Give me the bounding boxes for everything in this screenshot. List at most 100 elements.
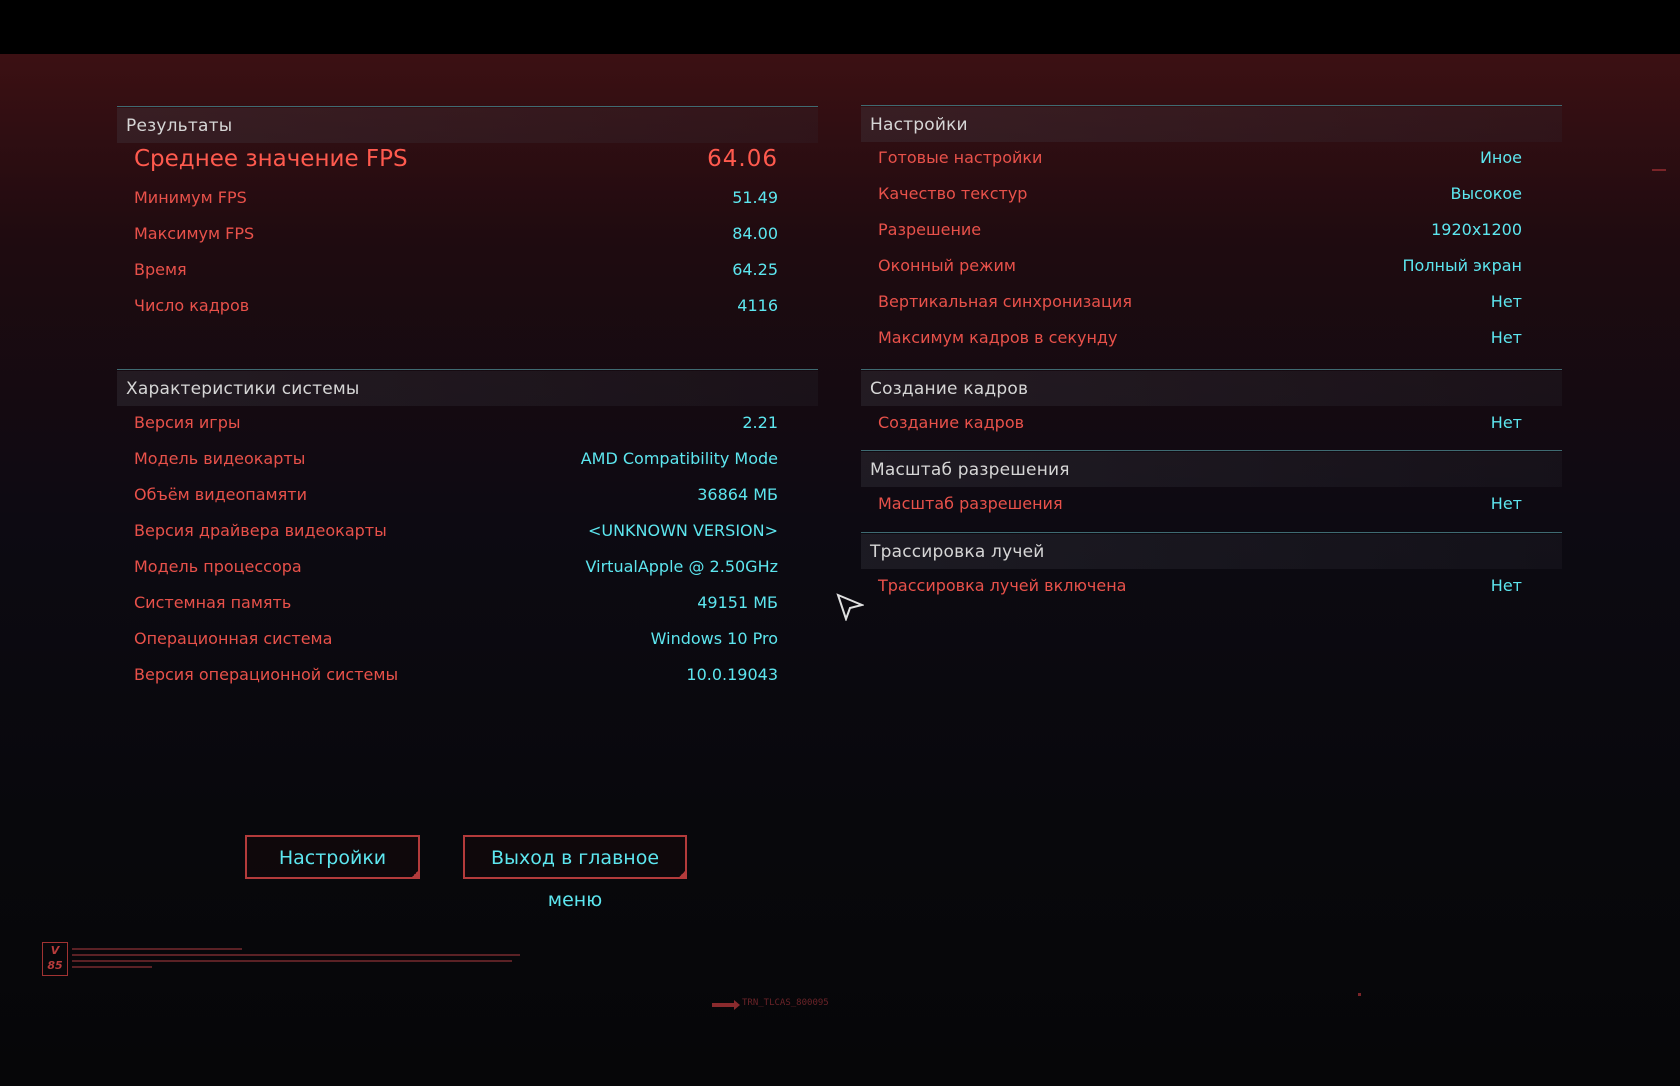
row-value: <UNKNOWN VERSION> — [587, 521, 778, 540]
row-label: Модель видеокарты — [134, 449, 306, 468]
row-value: Нет — [1490, 292, 1522, 311]
row-value: 2.21 — [742, 413, 778, 432]
side-decoration — [22, 544, 36, 664]
row-value: 36864 МБ — [697, 485, 778, 504]
screen: Результаты Среднее значение FPS 64.06 Ми… — [0, 0, 1680, 1086]
row-value: Нет — [1490, 328, 1522, 347]
results-row: Минимум FPS 51.49 — [117, 184, 818, 214]
resolution-scaling-header: Масштаб разрешения — [861, 452, 1562, 487]
resolution-scaling-title: Масштаб разрешения — [870, 460, 1070, 480]
row-label: Системная память — [134, 593, 292, 612]
row-value: 10.0.19043 — [686, 665, 778, 684]
row-label: Число кадров — [134, 296, 250, 315]
frame-gen-title: Создание кадров — [870, 379, 1029, 399]
system-section: Характеристики системы Версия игры 2.21 … — [117, 369, 818, 730]
ray-tracing-row: Трассировка лучей включена Нет — [861, 572, 1562, 602]
settings-section: Настройки Готовые настройки Иное Качеств… — [861, 105, 1562, 368]
row-label: Минимум FPS — [134, 188, 247, 207]
system-title: Характеристики системы — [126, 379, 360, 399]
row-label: Время — [134, 260, 187, 279]
settings-row: Вертикальная синхронизация Нет — [861, 288, 1562, 318]
settings-button-label: Настройки — [278, 847, 387, 869]
settings-row: Готовые настройки Иное — [861, 144, 1562, 174]
row-label: Версия операционной системы — [134, 665, 399, 684]
results-header: Результаты — [117, 108, 818, 143]
build-arrow-icon — [712, 1000, 740, 1010]
system-row: Модель процессора VirtualApple @ 2.50GHz — [117, 553, 818, 583]
frame-gen-row: Создание кадров Нет — [861, 409, 1562, 439]
results-row: Максимум FPS 84.00 — [117, 220, 818, 250]
row-label: Максимум кадров в секунду — [878, 328, 1118, 347]
results-row: Число кадров 4116 — [117, 292, 818, 322]
fine-print-line — [72, 966, 152, 968]
ray-tracing-section: Трассировка лучей Трассировка лучей вклю… — [861, 532, 1562, 613]
row-label: Вертикальная синхронизация — [878, 292, 1132, 311]
left-panel: Результаты Среднее значение FPS 64.06 Ми… — [117, 106, 818, 746]
resolution-scaling-row: Масштаб разрешения Нет — [861, 490, 1562, 520]
settings-row: Качество текстур Высокое — [861, 180, 1562, 210]
studio-logo: V 85 — [42, 942, 68, 976]
exit-to-main-menu-button[interactable]: Выход в главное меню — [463, 835, 687, 911]
system-row: Версия драйвера видеокарты <UNKNOWN VERS… — [117, 517, 818, 547]
resolution-scaling-section: Масштаб разрешения Масштаб разрешения Не… — [861, 450, 1562, 531]
results-title: Результаты — [126, 116, 233, 136]
row-value: VirtualApple @ 2.50GHz — [585, 557, 778, 576]
settings-row: Оконный режим Полный экран — [861, 252, 1562, 282]
exit-button-label: Выход в главное меню — [490, 847, 660, 911]
row-value: 49151 МБ — [697, 593, 778, 612]
avg-fps-value: 64.06 — [707, 146, 778, 172]
results-section: Результаты Среднее значение FPS 64.06 Ми… — [117, 106, 818, 367]
settings-header: Настройки — [861, 107, 1562, 142]
row-label: Максимум FPS — [134, 224, 255, 243]
system-row: Версия игры 2.21 — [117, 409, 818, 439]
row-value: 1920x1200 — [1431, 220, 1522, 239]
mouse-cursor-icon — [836, 593, 864, 621]
settings-row: Максимум кадров в секунду Нет — [861, 324, 1562, 354]
legal-fine-print — [72, 946, 522, 970]
avg-fps-label: Среднее значение FPS — [134, 146, 408, 172]
row-value: Нет — [1490, 413, 1522, 432]
row-value: Полный экран — [1402, 256, 1523, 275]
right-panel: Настройки Готовые настройки Иное Качеств… — [861, 105, 1562, 665]
system-row: Системная память 49151 МБ — [117, 589, 818, 619]
benchmark-results-screen: Результаты Среднее значение FPS 64.06 Ми… — [0, 54, 1680, 1086]
row-label: Создание кадров — [878, 413, 1025, 432]
settings-title: Настройки — [870, 115, 968, 135]
ray-tracing-title: Трассировка лучей — [870, 542, 1045, 562]
build-tag: TRN_TLCAS_800095 — [742, 998, 829, 1008]
row-label: Качество текстур — [878, 184, 1028, 203]
system-row: Объём видеопамяти 36864 МБ — [117, 481, 818, 511]
ray-tracing-header: Трассировка лучей — [861, 534, 1562, 569]
fine-print-line — [72, 948, 242, 950]
row-label: Версия игры — [134, 413, 241, 432]
system-header: Характеристики системы — [117, 371, 818, 406]
row-label: Объём видеопамяти — [134, 485, 307, 504]
system-row: Модель видеокарты AMD Compatibility Mode — [117, 445, 818, 475]
system-row: Версия операционной системы 10.0.19043 — [117, 661, 818, 691]
row-value: Иное — [1479, 148, 1522, 167]
row-value: Высокое — [1450, 184, 1523, 203]
results-row: Время 64.25 — [117, 256, 818, 286]
settings-row: Разрешение 1920x1200 — [861, 216, 1562, 246]
row-label: Разрешение — [878, 220, 982, 239]
frame-gen-section: Создание кадров Создание кадров Нет — [861, 369, 1562, 450]
system-row: Операционная система Windows 10 Pro — [117, 625, 818, 655]
row-label: Масштаб разрешения — [878, 494, 1063, 513]
row-label: Модель процессора — [134, 557, 302, 576]
row-label: Трассировка лучей включена — [878, 576, 1127, 595]
row-value: Нет — [1490, 494, 1522, 513]
row-label: Версия драйвера видеокарты — [134, 521, 387, 540]
row-label: Готовые настройки — [878, 148, 1043, 167]
fine-print-line — [72, 954, 520, 956]
settings-button[interactable]: Настройки — [245, 835, 420, 879]
avg-fps-row: Среднее значение FPS 64.06 — [117, 146, 818, 176]
decorative-dot — [1358, 993, 1361, 996]
fine-print-line — [72, 960, 512, 962]
row-value: 84.00 — [732, 224, 778, 243]
row-value: Нет — [1490, 576, 1522, 595]
row-value: 4116 — [737, 296, 778, 315]
row-value: 51.49 — [732, 188, 778, 207]
decorative-dot — [1652, 169, 1666, 171]
row-label: Оконный режим — [878, 256, 1016, 275]
row-value: AMD Compatibility Mode — [580, 449, 778, 468]
